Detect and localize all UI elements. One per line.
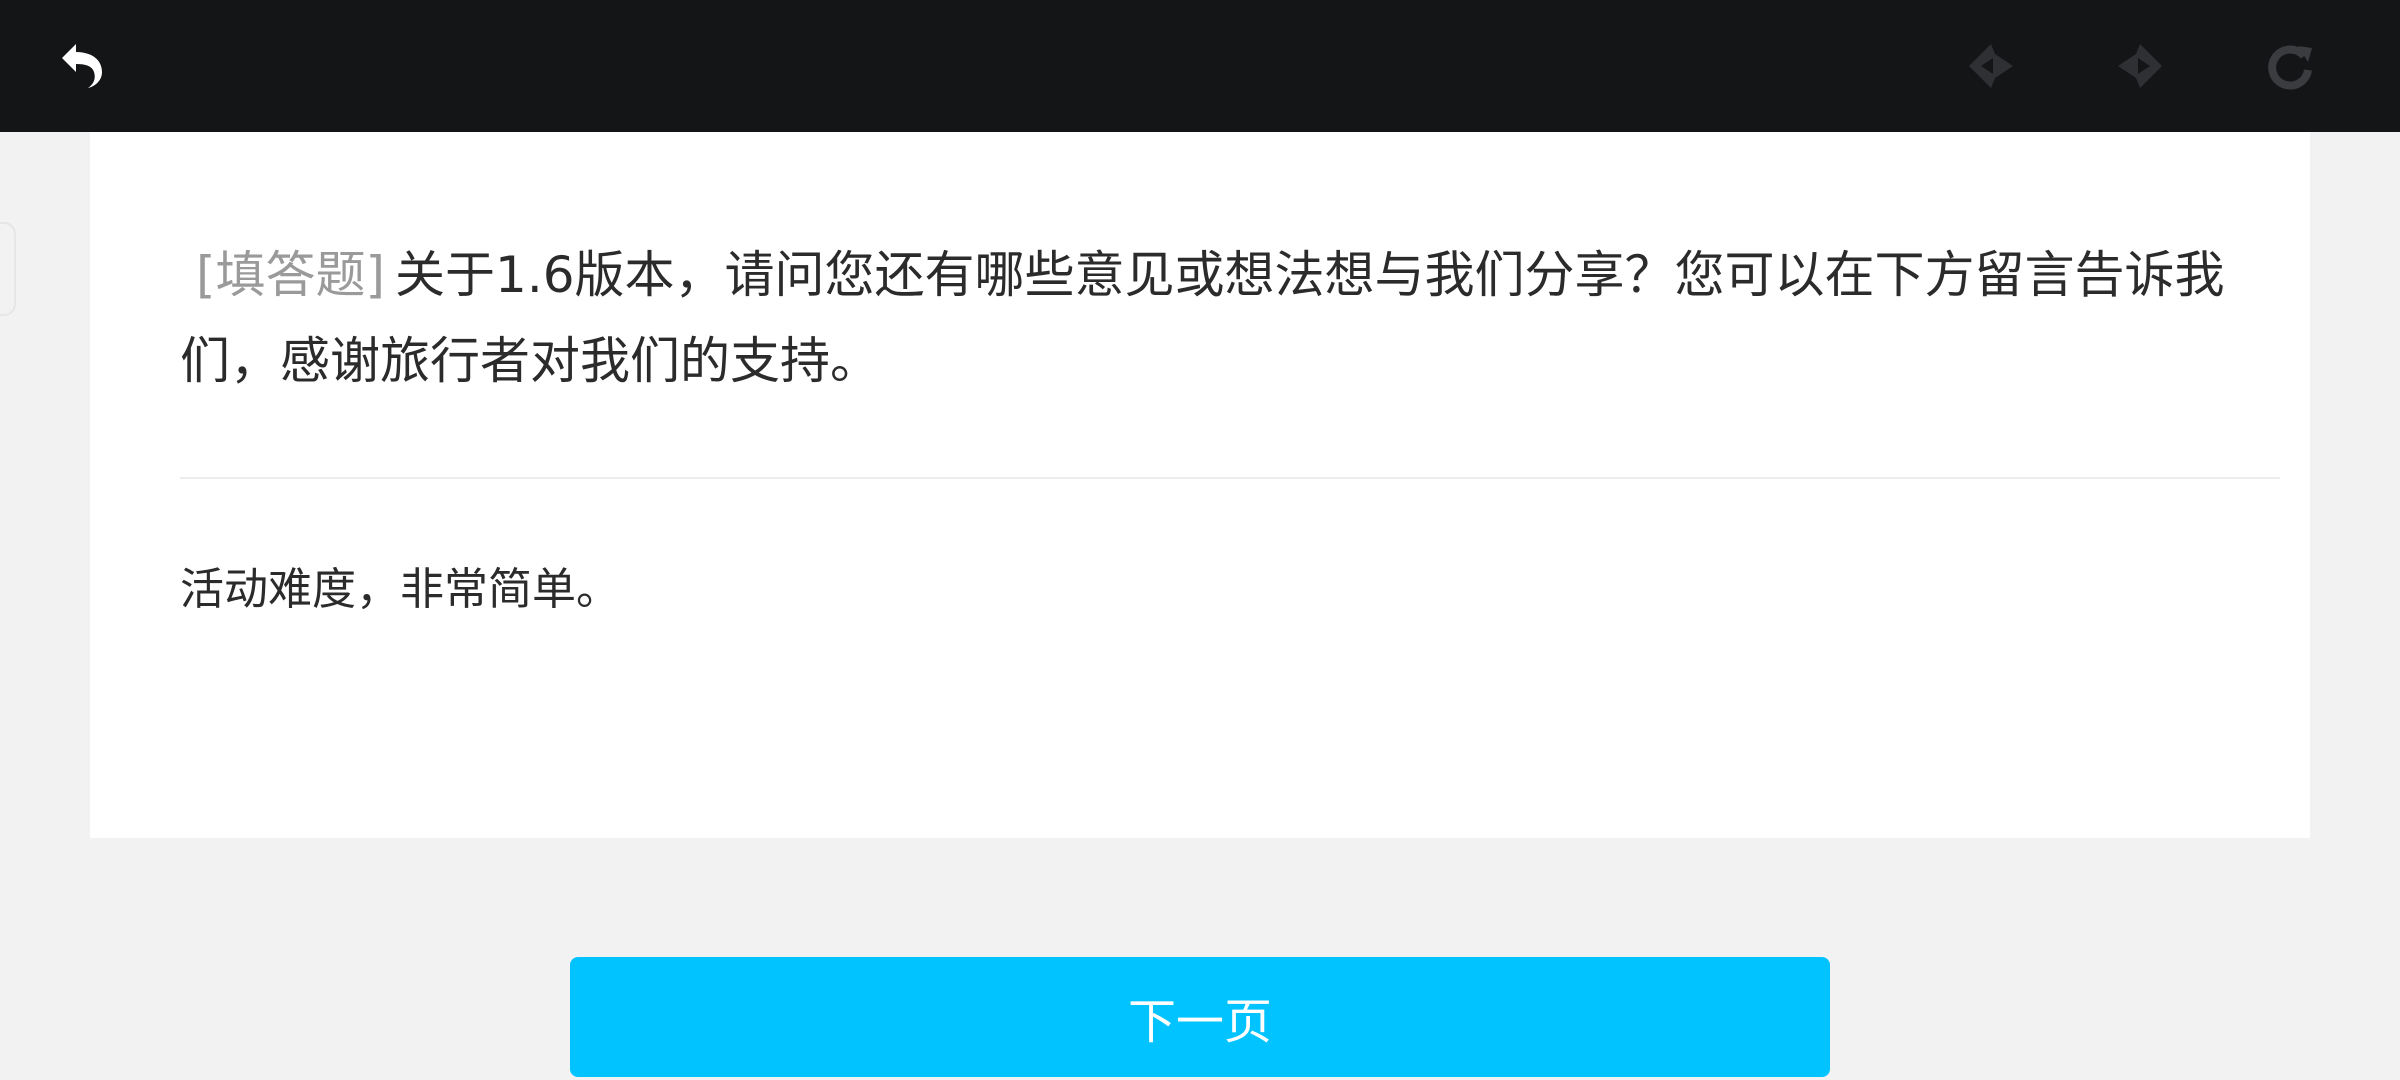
question-title: [填答题] 关于1.6版本，请问您还有哪些意见或想法想与我们分享？您可以在下方留言… — [180, 232, 2310, 404]
question-card: [填答题] 关于1.6版本，请问您还有哪些意见或想法想与我们分享？您可以在下方留言… — [90, 132, 2310, 838]
previous-button[interactable] — [1955, 30, 2027, 102]
refresh-button[interactable] — [2254, 30, 2326, 102]
divider — [180, 477, 2280, 479]
back-arrow-icon — [56, 38, 112, 94]
answer-text[interactable]: 活动难度，非常简单。 — [180, 560, 2280, 620]
question-type-label: [填答题] — [196, 246, 386, 304]
next-page-button[interactable]: 下一页 — [570, 957, 1830, 1077]
forward-button[interactable] — [2104, 30, 2176, 102]
left-diamond-arrow-icon — [1965, 40, 2017, 92]
top-toolbar — [0, 0, 2400, 132]
right-diamond-arrow-icon — [2114, 40, 2166, 92]
next-page-label: 下一页 — [1127, 994, 1272, 1050]
side-handle — [0, 222, 16, 316]
question-text: 关于1.6版本，请问您还有哪些意见或想法想与我们分享？您可以在下方留言告诉我们，… — [180, 246, 2225, 390]
back-button[interactable] — [48, 30, 120, 102]
refresh-icon — [2264, 40, 2316, 92]
